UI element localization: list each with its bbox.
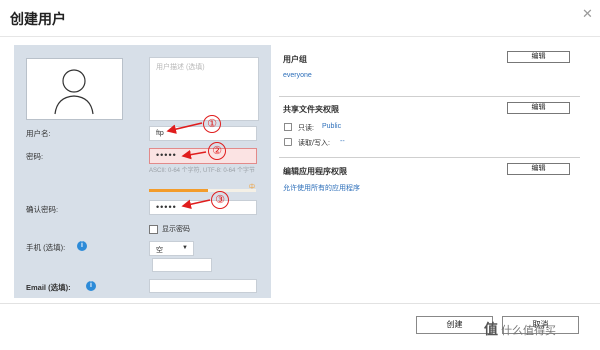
annotation-arrow-1 bbox=[166, 122, 203, 134]
watermark-logo: 值 bbox=[484, 321, 498, 337]
annotation-marker-3: ③ bbox=[211, 191, 229, 209]
watermark: 值 什么值得买 bbox=[484, 319, 556, 339]
watermark-text: 什么值得买 bbox=[501, 325, 557, 337]
annotation-marker-2: ② bbox=[208, 142, 226, 160]
annotation-arrow-3 bbox=[181, 199, 211, 209]
annotation-arrows bbox=[166, 122, 211, 209]
annotation-arrow-2 bbox=[181, 149, 207, 160]
annotation-marker-1: ① bbox=[203, 115, 221, 133]
